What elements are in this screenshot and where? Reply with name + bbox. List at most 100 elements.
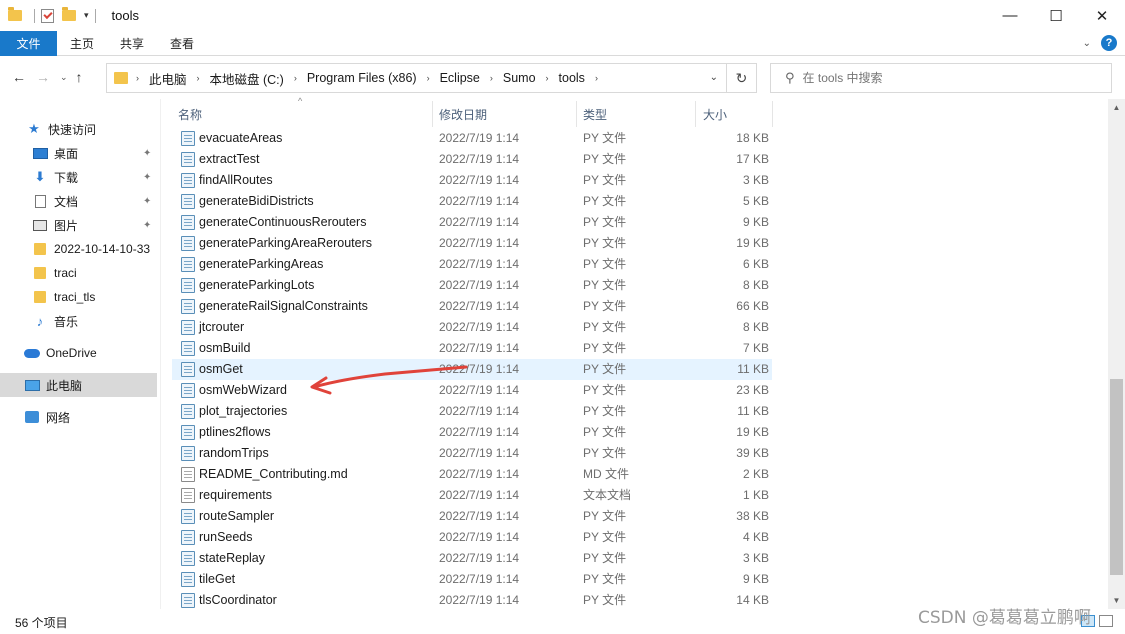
breadcrumb-item[interactable]: Sumo	[503, 71, 536, 85]
sidebar-item-folder-2022[interactable]: 2022-10-14-10-33	[0, 237, 157, 261]
table-row[interactable]: generateRailSignalConstraints 2022/7/19 1…	[172, 296, 772, 317]
breadcrumb-arrow[interactable]: ›	[197, 73, 200, 83]
address-bar[interactable]: › 此电脑 › 本地磁盘 (C:) › Program Files (x86) › E…	[106, 63, 727, 93]
file-name[interactable]: osmWebWizard	[199, 380, 287, 401]
column-header-size[interactable]: 大小	[703, 99, 727, 129]
sidebar-item-downloads[interactable]: ⬇ 下载 ✦	[0, 165, 157, 189]
file-name[interactable]: ptlines2flows	[199, 422, 271, 443]
large-icons-view-icon[interactable]	[1099, 615, 1113, 627]
file-name[interactable]: runSeeds	[199, 527, 253, 548]
column-divider[interactable]	[576, 101, 577, 127]
table-row[interactable]: ptlines2flows 2022/7/19 1:14 PY 文件 19 KB	[172, 422, 772, 443]
close-button[interactable]: ✕	[1079, 0, 1125, 31]
file-name[interactable]: routeSampler	[199, 506, 274, 527]
breadcrumb-arrow[interactable]: ›	[490, 73, 493, 83]
scroll-up-icon[interactable]: ▲	[1108, 99, 1125, 116]
refresh-button[interactable]: ↻	[727, 63, 757, 93]
column-header-type[interactable]: 类型	[583, 99, 607, 129]
recent-locations-icon[interactable]: ⌄	[60, 72, 68, 83]
table-row[interactable]: jtcrouter 2022/7/19 1:14 PY 文件 8 KB	[172, 317, 772, 338]
file-name[interactable]: requirements	[199, 485, 272, 506]
file-name[interactable]: osmBuild	[199, 338, 250, 359]
file-name[interactable]: generateRailSignalConstraints	[199, 296, 368, 317]
breadcrumb-item[interactable]: tools	[559, 71, 585, 85]
table-row[interactable]: stateReplay 2022/7/19 1:14 PY 文件 3 KB	[172, 548, 772, 569]
file-name[interactable]: extractTest	[199, 149, 259, 170]
column-header-name[interactable]: 名称	[178, 99, 202, 129]
tab-home[interactable]: 主页	[57, 35, 107, 52]
sidebar-item-traci-tls[interactable]: traci_tls	[0, 285, 157, 309]
sidebar-item-this-pc[interactable]: 此电脑	[0, 373, 157, 397]
file-name[interactable]: jtcrouter	[199, 317, 244, 338]
table-row[interactable]: generateParkingAreaRerouters 2022/7/19 1:…	[172, 233, 772, 254]
table-row[interactable]: evacuateAreas 2022/7/19 1:14 PY 文件 18 KB	[172, 128, 772, 149]
up-arrow-icon[interactable]: ↑	[76, 69, 83, 85]
sidebar-item-desktop[interactable]: 桌面 ✦	[0, 141, 157, 165]
table-row[interactable]: osmGet 2022/7/19 1:14 PY 文件 11 KB	[172, 359, 772, 380]
file-name[interactable]: tlsCoordinator	[199, 590, 277, 611]
file-name[interactable]: evacuateAreas	[199, 128, 282, 149]
scroll-down-icon[interactable]: ▼	[1108, 592, 1125, 609]
table-row[interactable]: tileGet 2022/7/19 1:14 PY 文件 9 KB	[172, 569, 772, 590]
breadcrumb-arrow[interactable]: ›	[294, 73, 297, 83]
file-name[interactable]: generateContinuousRerouters	[199, 212, 366, 233]
pane-divider[interactable]	[160, 99, 161, 609]
sidebar-item-music[interactable]: ♪ 音乐	[0, 309, 157, 333]
file-name[interactable]: tileGet	[199, 569, 235, 590]
sidebar-item-network[interactable]: 网络	[0, 405, 157, 429]
column-divider[interactable]	[695, 101, 696, 127]
minimize-button[interactable]: —	[987, 0, 1033, 31]
breadcrumb-arrow[interactable]: ›	[595, 73, 598, 83]
forward-arrow-icon[interactable]: →	[36, 69, 50, 85]
table-row[interactable]: extractTest 2022/7/19 1:14 PY 文件 17 KB	[172, 149, 772, 170]
file-name[interactable]: generateParkingAreas	[199, 254, 323, 275]
breadcrumb-arrow[interactable]: ›	[546, 73, 549, 83]
sidebar-item-traci[interactable]: traci	[0, 261, 157, 285]
sidebar-item-onedrive[interactable]: OneDrive	[0, 341, 157, 365]
sidebar-item-documents[interactable]: 文档 ✦	[0, 189, 157, 213]
table-row[interactable]: runSeeds 2022/7/19 1:14 PY 文件 4 KB	[172, 527, 772, 548]
table-row[interactable]: randomTrips 2022/7/19 1:14 PY 文件 39 KB	[172, 443, 772, 464]
column-header-date[interactable]: 修改日期	[439, 99, 487, 129]
file-name[interactable]: generateParkingLots	[199, 275, 314, 296]
search-input[interactable]	[802, 71, 1083, 85]
customize-dropdown-icon[interactable]: ▾	[84, 10, 89, 21]
column-divider[interactable]	[432, 101, 433, 127]
table-row[interactable]: requirements 2022/7/19 1:14 文本文档 1 KB	[172, 485, 772, 506]
table-row[interactable]: osmWebWizard 2022/7/19 1:14 PY 文件 23 KB	[172, 380, 772, 401]
properties-icon[interactable]	[41, 8, 54, 23]
file-name[interactable]: generateBidiDistricts	[199, 191, 314, 212]
scrollbar-thumb[interactable]	[1110, 379, 1123, 575]
breadcrumb-item[interactable]: 本地磁盘 (C:)	[210, 69, 284, 88]
breadcrumb-item[interactable]: 此电脑	[149, 69, 187, 88]
table-row[interactable]: generateBidiDistricts 2022/7/19 1:14 PY 文件…	[172, 191, 772, 212]
table-row[interactable]: plot_trajectories 2022/7/19 1:14 PY 文件 11 K…	[172, 401, 772, 422]
breadcrumb-item[interactable]: Eclipse	[440, 71, 480, 85]
help-icon[interactable]: ?	[1101, 35, 1117, 51]
file-name[interactable]: generateParkingAreaRerouters	[199, 233, 372, 254]
new-folder-icon[interactable]	[62, 7, 76, 21]
expand-ribbon-icon[interactable]: ⌄	[1083, 38, 1091, 49]
table-row[interactable]: generateParkingLots 2022/7/19 1:14 PY 文件 8 …	[172, 275, 772, 296]
table-row[interactable]: generateParkingAreas 2022/7/19 1:14 PY 文件 6…	[172, 254, 772, 275]
tab-file[interactable]: 文件	[0, 30, 57, 56]
breadcrumb-item[interactable]: Program Files (x86)	[307, 71, 417, 85]
table-row[interactable]: findAllRoutes 2022/7/19 1:14 PY 文件 3 KB	[172, 170, 772, 191]
back-arrow-icon[interactable]: ←	[12, 69, 26, 85]
maximize-button[interactable]: ☐	[1033, 0, 1079, 31]
tab-share[interactable]: 共享	[107, 35, 157, 52]
table-row[interactable]: generateContinuousRerouters 2022/7/19 1:1…	[172, 212, 772, 233]
sidebar-item-pictures[interactable]: 图片 ✦	[0, 213, 157, 237]
file-name[interactable]: README_Contributing.md	[199, 464, 348, 485]
table-row[interactable]: osmBuild 2022/7/19 1:14 PY 文件 7 KB	[172, 338, 772, 359]
file-name[interactable]: randomTrips	[199, 443, 269, 464]
breadcrumb-arrow[interactable]: ›	[136, 73, 149, 83]
table-row[interactable]: tlsCoordinator 2022/7/19 1:14 PY 文件 14 KB	[172, 590, 772, 611]
sidebar-item-quick-access[interactable]: ★ 快速访问	[0, 117, 157, 141]
search-box[interactable]: ⚲	[770, 63, 1112, 93]
table-row[interactable]: routeSampler 2022/7/19 1:14 PY 文件 38 KB	[172, 506, 772, 527]
tab-view[interactable]: 查看	[157, 35, 207, 52]
breadcrumb-arrow[interactable]: ›	[427, 73, 430, 83]
folder-icon[interactable]	[8, 7, 22, 21]
address-history-dropdown-icon[interactable]: ⌄	[710, 72, 718, 83]
